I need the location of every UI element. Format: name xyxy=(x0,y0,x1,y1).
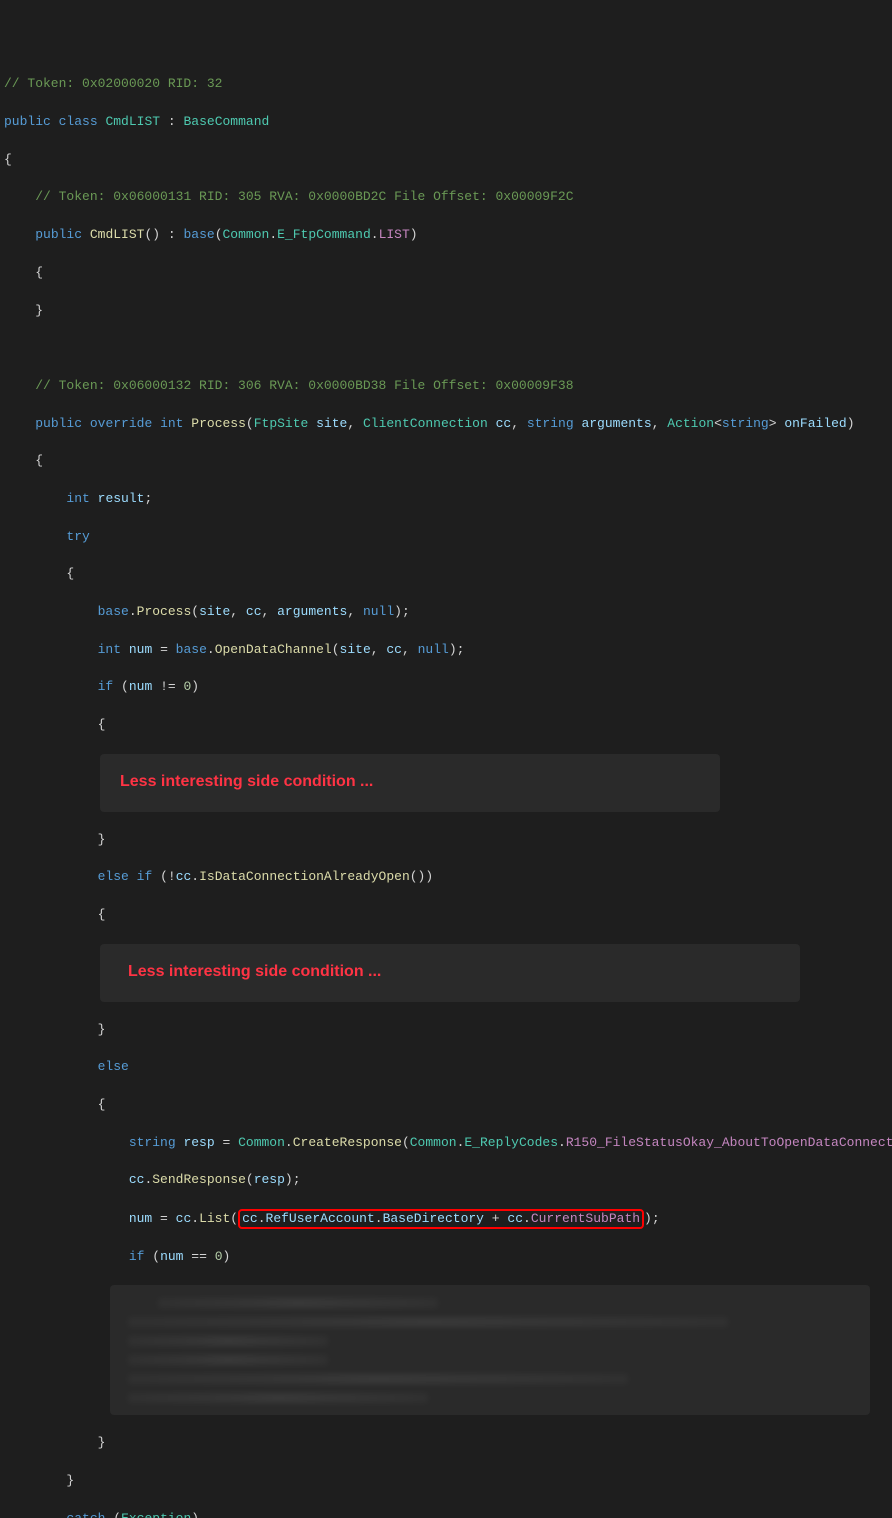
code-line: } xyxy=(0,1472,892,1491)
code-line: { xyxy=(0,716,892,735)
blurred-region: Less interesting side condition ... xyxy=(100,944,800,1002)
code-line: else xyxy=(0,1058,892,1077)
code-line: } xyxy=(0,1021,892,1040)
overlay-annotation: Less interesting side condition ... xyxy=(120,770,373,793)
code-line: try xyxy=(0,528,892,547)
code-line: public class CmdLIST : BaseCommand xyxy=(0,113,892,132)
overlay-annotation: Less interesting side condition ... xyxy=(128,960,381,983)
code-line: base.Process(site, cc, arguments, null); xyxy=(0,603,892,622)
code-line: if (num != 0) xyxy=(0,678,892,697)
code-line: num = cc.List(cc.RefUserAccount.BaseDire… xyxy=(0,1209,892,1229)
code-line: cc.SendResponse(resp); xyxy=(0,1171,892,1190)
code-line: int result; xyxy=(0,490,892,509)
blur-line xyxy=(158,1298,438,1308)
code-line: { xyxy=(0,452,892,471)
code-line: public override int Process(FtpSite site… xyxy=(0,415,892,434)
blur-line xyxy=(128,1374,628,1384)
code-line: catch (Exception) xyxy=(0,1510,892,1518)
highlighted-code: cc.RefUserAccount.BaseDirectory + cc.Cur… xyxy=(238,1209,644,1229)
code-line: { xyxy=(0,1096,892,1115)
code-line: // Token: 0x06000131 RID: 305 RVA: 0x000… xyxy=(0,188,892,207)
code-line: } xyxy=(0,1434,892,1453)
code-line: } xyxy=(0,302,892,321)
code-line: { xyxy=(0,565,892,584)
code-line xyxy=(0,339,892,358)
code-line: if (num == 0) xyxy=(0,1248,892,1267)
code-line: public CmdLIST() : base(Common.E_FtpComm… xyxy=(0,226,892,245)
code-line: int num = base.OpenDataChannel(site, cc,… xyxy=(0,641,892,660)
blur-line xyxy=(128,1317,728,1327)
blurred-region: Less interesting side condition ... xyxy=(100,754,720,812)
blurred-region xyxy=(110,1285,870,1415)
code-line: string resp = Common.CreateResponse(Comm… xyxy=(0,1134,892,1153)
comment-token: // Token: 0x02000020 RID: 32 xyxy=(4,76,222,91)
blur-line xyxy=(128,1355,328,1365)
code-line: else if (!cc.IsDataConnectionAlreadyOpen… xyxy=(0,868,892,887)
code-line: { xyxy=(0,264,892,283)
code-line: { xyxy=(0,906,892,925)
code-line: { xyxy=(0,151,892,170)
code-line: // Token: 0x02000020 RID: 32 xyxy=(0,75,892,94)
code-line: } xyxy=(0,831,892,850)
blur-line xyxy=(128,1336,328,1346)
code-line: // Token: 0x06000132 RID: 306 RVA: 0x000… xyxy=(0,377,892,396)
blur-line xyxy=(128,1393,428,1403)
